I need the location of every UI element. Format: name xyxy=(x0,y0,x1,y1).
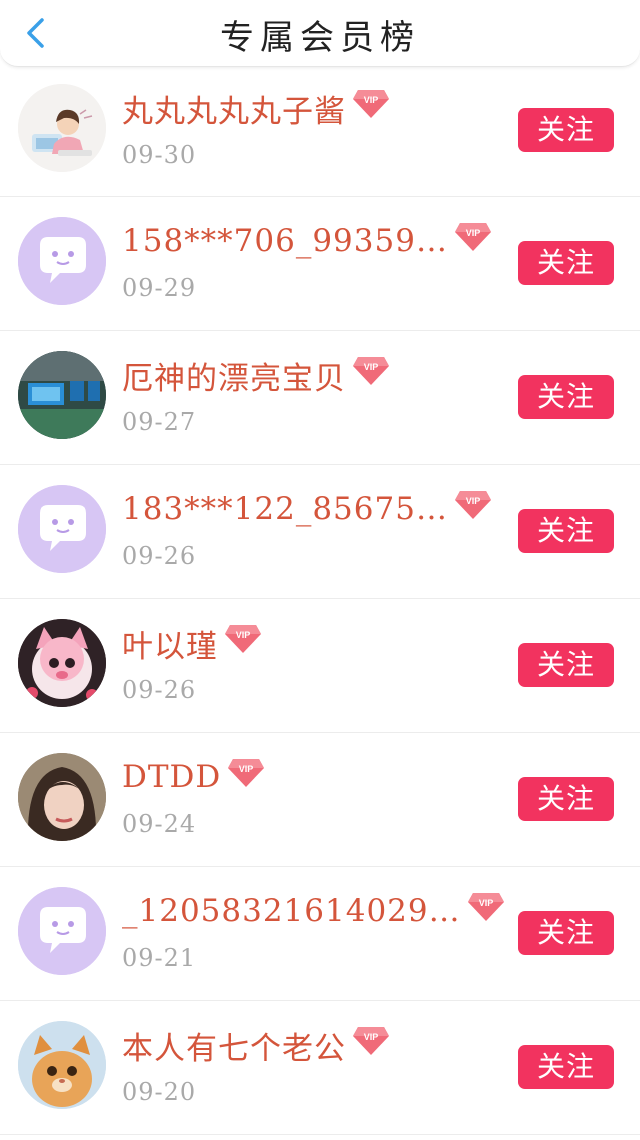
avatar[interactable] xyxy=(18,217,106,305)
follow-button[interactable]: 关注 xyxy=(518,241,614,285)
follow-button[interactable]: 关注 xyxy=(518,108,614,152)
join-date: 09-27 xyxy=(122,408,197,436)
svg-text:VIP: VIP xyxy=(478,898,493,908)
follow-button[interactable]: 关注 xyxy=(518,1045,614,1089)
list-item[interactable]: 158***706_99359… VIP 09-29 关注 xyxy=(0,197,640,331)
member-name[interactable]: 158***706_99359… xyxy=(122,223,448,259)
svg-text:VIP: VIP xyxy=(364,1032,379,1042)
svg-text:VIP: VIP xyxy=(239,764,254,774)
vip-diamond-icon: VIP xyxy=(353,90,389,118)
vip-diamond-icon: VIP xyxy=(467,893,504,921)
follow-button[interactable]: 关注 xyxy=(518,375,614,419)
list-item[interactable]: 183***122_85675… VIP 09-26 关注 xyxy=(0,465,640,599)
follow-button[interactable]: 关注 xyxy=(518,643,614,687)
page-title: 专属会员榜 xyxy=(220,18,420,58)
join-date: 09-29 xyxy=(122,274,197,302)
list-item[interactable]: _12058321614029… VIP 09-21 关注 xyxy=(0,867,640,1001)
avatar[interactable] xyxy=(18,1021,106,1109)
join-date: 09-21 xyxy=(122,944,197,972)
member-name[interactable]: _12058321614029… xyxy=(122,893,461,929)
join-date: 09-24 xyxy=(122,810,197,838)
vip-diamond-icon: VIP xyxy=(225,625,261,653)
list-item[interactable]: 丸丸丸丸丸子酱 VIP 09-30 关注 xyxy=(0,66,640,197)
member-name[interactable]: 183***122_85675… xyxy=(122,491,448,527)
follow-button[interactable]: 关注 xyxy=(518,911,614,955)
follow-button[interactable]: 关注 xyxy=(518,509,614,553)
avatar[interactable] xyxy=(18,887,106,975)
list-item[interactable]: 叶以瑾 VIP 09-26 关注 xyxy=(0,599,640,733)
avatar[interactable] xyxy=(18,485,106,573)
svg-text:VIP: VIP xyxy=(466,228,481,238)
svg-text:VIP: VIP xyxy=(236,630,251,640)
top-bar: 专属会员榜 xyxy=(0,0,640,67)
member-name[interactable]: 本人有七个老公 xyxy=(122,1023,346,1068)
svg-text:VIP: VIP xyxy=(364,95,379,105)
svg-text:VIP: VIP xyxy=(364,362,379,372)
member-name[interactable]: 叶以瑾 xyxy=(122,621,218,666)
vip-diamond-icon: VIP xyxy=(454,491,491,519)
join-date: 09-26 xyxy=(122,676,197,704)
member-name[interactable]: 厄神的漂亮宝贝 xyxy=(122,353,346,398)
list-item[interactable]: 本人有七个老公 VIP 09-20 关注 xyxy=(0,1001,640,1135)
avatar[interactable] xyxy=(18,351,106,439)
join-date: 09-30 xyxy=(122,141,197,169)
avatar[interactable] xyxy=(18,84,106,172)
avatar[interactable] xyxy=(18,619,106,707)
avatar[interactable] xyxy=(18,753,106,841)
svg-text:VIP: VIP xyxy=(466,496,481,506)
vip-diamond-icon: VIP xyxy=(353,1027,389,1055)
list-item[interactable]: 厄神的漂亮宝贝 VIP 09-27 关注 xyxy=(0,331,640,465)
vip-diamond-icon: VIP xyxy=(228,759,265,787)
join-date: 09-20 xyxy=(122,1078,197,1106)
member-name[interactable]: 丸丸丸丸丸子酱 xyxy=(122,86,346,131)
vip-diamond-icon: VIP xyxy=(454,223,491,251)
list-item[interactable]: DTDD VIP 09-24 关注 xyxy=(0,733,640,867)
member-list: 丸丸丸丸丸子酱 VIP 09-30 关注 158***706_99359… VI… xyxy=(0,66,640,1135)
join-date: 09-26 xyxy=(122,542,197,570)
member-name[interactable]: DTDD xyxy=(122,759,221,795)
follow-button[interactable]: 关注 xyxy=(518,777,614,821)
vip-diamond-icon: VIP xyxy=(353,357,389,385)
